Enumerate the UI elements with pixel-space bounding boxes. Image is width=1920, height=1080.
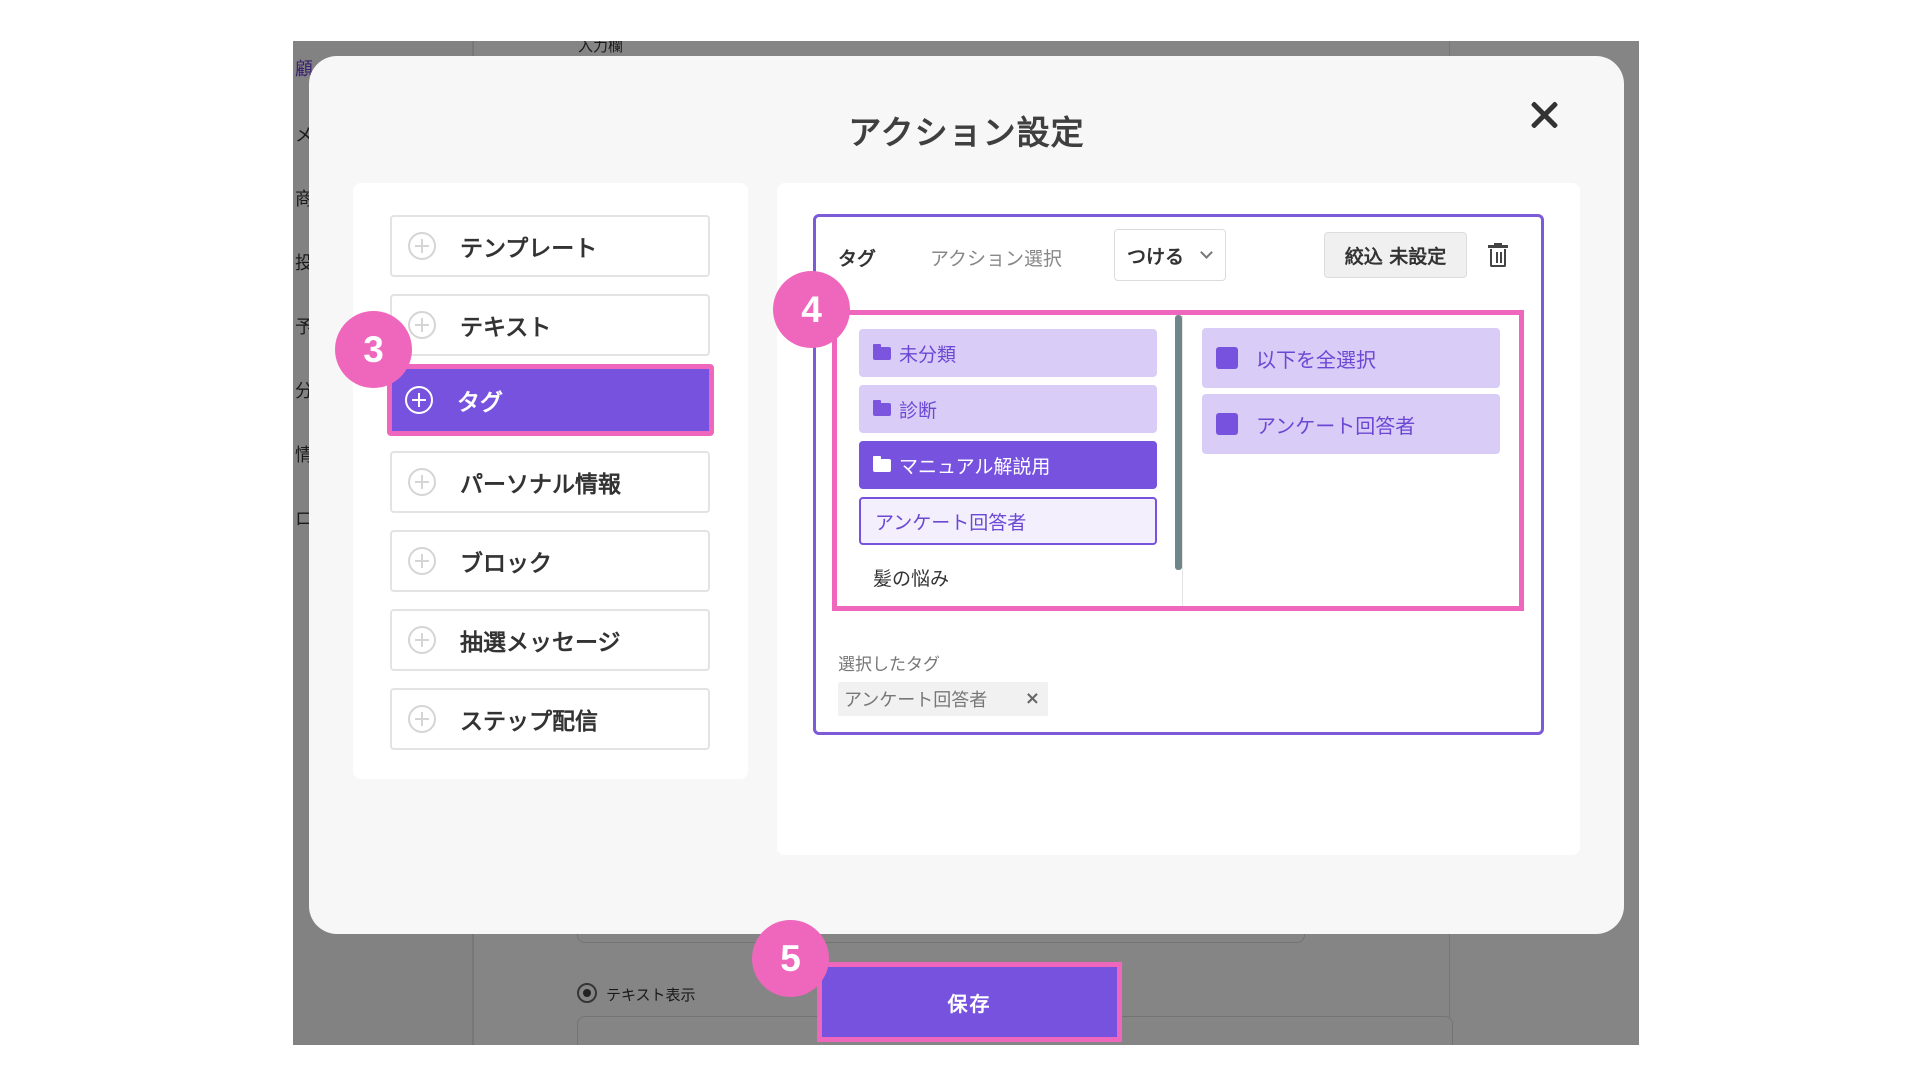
menu-item-label: ブロック [460,551,552,577]
chip-label: アンケート回答者 [844,690,988,711]
step-badge: 4 [773,271,850,348]
plus-circle-icon [408,705,436,733]
menu-item-label: テンプレート [460,236,598,262]
remove-tag-icon[interactable]: × [1025,688,1040,709]
action-type-menu: テンプレート テキスト タグ パーソナル情報 ブロック 抽選メッセージ ステップ… [353,183,748,779]
menu-item-label: 抽選メッセージ [460,630,621,656]
tag-item[interactable]: 髪の悩み [859,553,1157,601]
folder-label: 診断 [899,399,938,422]
selected-tags-label: 選択したタグ [838,655,940,675]
menu-item-label: パーソナル情報 [460,472,621,498]
folder-label: 未分類 [899,343,957,366]
tag-option[interactable]: アンケート回答者 [1202,394,1500,454]
folder-icon [873,343,891,360]
trash-can [1490,249,1506,267]
menu-item-text[interactable]: テキスト [390,294,710,356]
checkbox-icon [1216,413,1238,435]
plus-circle-icon [408,468,436,496]
action-settings-modal: アクション設定 テンプレート テキスト タグ パーソナル情報 ブロック 抽選メッ… [309,56,1624,934]
option-label: アンケート回答者 [1256,413,1416,438]
tag-picker: 未分類 診断 マニュアル解説用 アンケート回答者 髪の悩み 以下を全選択 アンケ… [832,310,1524,611]
plus-circle-icon [408,232,436,260]
step-badge: 3 [335,311,412,388]
plus-circle-icon [408,626,436,654]
menu-item-label: タグ [457,390,503,416]
menu-item-block[interactable]: ブロック [390,530,710,592]
action-type-label: タグ [838,248,877,270]
menu-item-personal-info[interactable]: パーソナル情報 [390,451,710,513]
action-select-label: アクション選択 [930,248,1063,270]
tag-item[interactable]: アンケート回答者 [859,497,1157,545]
scrollbar[interactable] [1175,315,1182,570]
menu-item-lottery-message[interactable]: 抽選メッセージ [390,609,710,671]
save-button[interactable]: 保存 [817,962,1122,1042]
menu-item-tag[interactable]: タグ [387,364,714,436]
tag-action-box: タグ アクション選択 つける 絞込 未設定 未分類 診断 マニュアル解説用 アン… [813,214,1544,735]
plus-circle-icon [408,547,436,575]
folder-item[interactable]: 未分類 [859,329,1157,377]
filter-button[interactable]: 絞込 未設定 [1324,232,1467,278]
folder-item[interactable]: 診断 [859,385,1157,433]
selected-tag-chip: アンケート回答者 × [838,682,1048,716]
modal-title: アクション設定 [848,113,1085,152]
menu-item-label: ステップ配信 [460,709,598,735]
list-divider [1182,315,1183,606]
folder-icon [873,399,891,416]
menu-item-label: テキスト [460,315,552,341]
checkbox-icon [1216,347,1238,369]
plus-circle-icon [405,386,433,414]
step-badge: 5 [752,920,829,997]
close-icon[interactable] [1524,95,1564,135]
menu-item-template[interactable]: テンプレート [390,215,710,277]
action-select[interactable]: つける [1114,229,1226,281]
select-all-option[interactable]: 以下を全選択 [1202,328,1500,388]
chevron-down-icon [1200,246,1213,259]
menu-item-step-delivery[interactable]: ステップ配信 [390,688,710,750]
plus-circle-icon [408,311,436,339]
tag-label: 髪の悩み [873,567,950,590]
folder-label: マニュアル解説用 [899,455,1051,478]
folder-open-icon [873,455,891,472]
action-detail-panel: タグ アクション選択 つける 絞込 未設定 未分類 診断 マニュアル解説用 アン… [777,183,1580,855]
tag-label: アンケート回答者 [875,511,1027,534]
trash-lid [1488,245,1508,248]
action-select-value: つける [1127,245,1185,268]
trash-icon[interactable] [1488,243,1508,267]
option-label: 以下を全選択 [1256,347,1376,372]
folder-item[interactable]: マニュアル解説用 [859,441,1157,489]
